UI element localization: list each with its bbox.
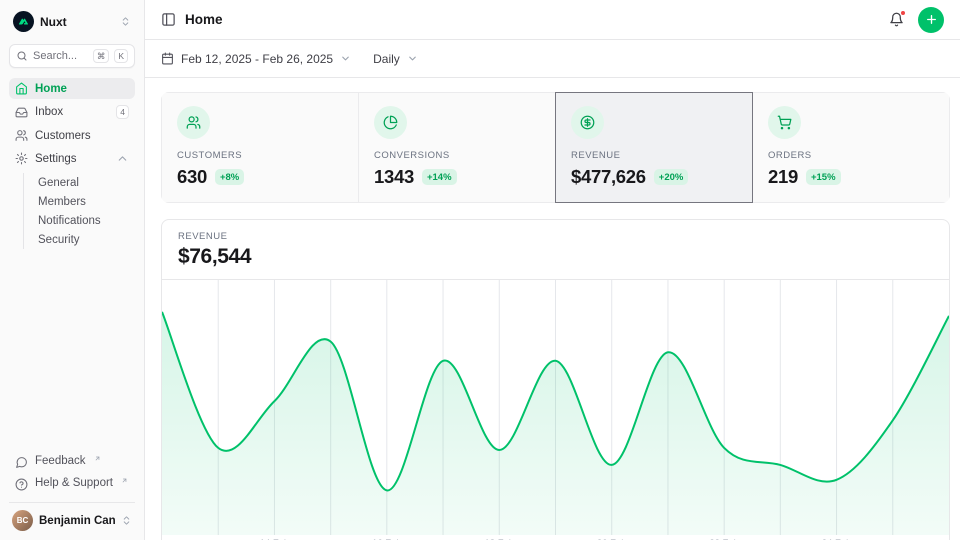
sidebar-item-inbox[interactable]: Inbox 4 xyxy=(9,101,135,123)
calendar-icon xyxy=(161,52,174,65)
gear-icon xyxy=(15,152,28,165)
notifications-button[interactable] xyxy=(889,12,904,27)
external-link-icon xyxy=(94,455,101,462)
app-root: Nuxt Search... ⌘ K Home Inbox 4 Customer… xyxy=(0,0,960,540)
stat-delta-badge: +8% xyxy=(215,169,244,185)
user-menu[interactable]: BC Benjamin Canac xyxy=(9,502,135,532)
topbar: Home xyxy=(145,0,960,40)
nuxt-logo-icon xyxy=(13,11,34,32)
search-placeholder: Search... xyxy=(33,50,88,62)
stat-card-customers[interactable]: CUSTOMERS 630 +8% xyxy=(161,92,359,203)
avatar: BC xyxy=(12,510,33,531)
stat-value: 630 xyxy=(177,166,207,188)
revenue-chart-svg xyxy=(162,280,949,535)
chart-pie-icon xyxy=(374,106,407,139)
date-range-picker[interactable]: Feb 12, 2025 - Feb 26, 2025 xyxy=(161,52,351,66)
plus-icon xyxy=(925,13,938,26)
stat-delta-badge: +15% xyxy=(806,169,841,185)
chevron-down-icon xyxy=(407,53,418,64)
chevron-down-icon xyxy=(340,53,351,64)
chart-label: REVENUE xyxy=(178,231,933,242)
stat-label: CONVERSIONS xyxy=(374,150,540,161)
sidebar-item-home[interactable]: Home xyxy=(9,78,135,99)
sidebar-spacer xyxy=(9,251,135,451)
stat-card-orders[interactable]: ORDERS 219 +15% xyxy=(752,92,950,203)
notification-dot xyxy=(900,10,906,16)
chart-plot-area xyxy=(162,280,949,535)
sidebar-subitem-general[interactable]: General xyxy=(32,173,135,192)
stat-card-revenue[interactable]: REVENUE $477,626 +20% xyxy=(555,92,753,203)
search-icon xyxy=(16,50,28,62)
stat-value: 1343 xyxy=(374,166,414,188)
sidebar-subitem-notifications[interactable]: Notifications xyxy=(32,211,135,230)
inbox-icon xyxy=(15,106,28,119)
message-bubble-icon xyxy=(15,456,28,469)
page-title: Home xyxy=(185,12,223,27)
inbox-count-badge: 4 xyxy=(116,105,129,119)
stat-delta-badge: +14% xyxy=(422,169,457,185)
date-range-value: Feb 12, 2025 - Feb 26, 2025 xyxy=(181,52,333,66)
circle-dollar-icon xyxy=(571,106,604,139)
chevron-up-icon xyxy=(116,152,129,165)
sidebar-item-label: Home xyxy=(35,83,129,95)
granularity-value: Daily xyxy=(373,52,400,66)
filters-toolbar: Feb 12, 2025 - Feb 26, 2025 Daily xyxy=(145,40,960,78)
granularity-select[interactable]: Daily xyxy=(373,52,418,66)
stat-value: 219 xyxy=(768,166,798,188)
sidebar: Nuxt Search... ⌘ K Home Inbox 4 Customer… xyxy=(0,0,145,540)
dashboard-content: CUSTOMERS 630 +8% CONVERSIONS 1343 +14% xyxy=(145,78,960,540)
sidebar-subitem-security[interactable]: Security xyxy=(32,230,135,249)
help-support-link[interactable]: Help & Support xyxy=(9,473,135,495)
stat-label: REVENUE xyxy=(571,150,737,161)
external-link-icon xyxy=(121,477,128,484)
users-icon xyxy=(177,106,210,139)
stats-row: CUSTOMERS 630 +8% CONVERSIONS 1343 +14% xyxy=(161,92,950,203)
sidebar-nav: Home Inbox 4 Customers Settings General … xyxy=(9,78,135,251)
stat-card-conversions[interactable]: CONVERSIONS 1343 +14% xyxy=(358,92,556,203)
add-button[interactable] xyxy=(918,7,944,33)
users-icon xyxy=(15,129,28,142)
sidebar-item-label: Inbox xyxy=(35,106,109,118)
x-axis-labels: 14 Feb16 Feb18 Feb20 Feb22 Feb24 Feb xyxy=(162,535,949,540)
user-name: Benjamin Canac xyxy=(39,515,115,527)
settings-subnav: General Members Notifications Security xyxy=(23,173,135,249)
main-area: Home Feb 12, 2025 - Feb 26, 2025 Daily xyxy=(145,0,960,540)
home-icon xyxy=(15,82,28,95)
stat-label: ORDERS xyxy=(768,150,934,161)
sidebar-item-customers[interactable]: Customers xyxy=(9,125,135,146)
sidebar-subitem-members[interactable]: Members xyxy=(32,192,135,211)
stat-label: CUSTOMERS xyxy=(177,150,343,161)
chevron-up-down-icon xyxy=(120,16,131,27)
feedback-label: Feedback xyxy=(35,455,86,467)
collapse-sidebar-icon[interactable] xyxy=(161,12,176,27)
help-circle-icon xyxy=(15,478,28,491)
kbd-key: K xyxy=(114,49,128,63)
chart-total-value: $76,544 xyxy=(178,245,933,269)
search-input[interactable]: Search... ⌘ K xyxy=(9,44,135,68)
shopping-cart-icon xyxy=(768,106,801,139)
revenue-chart-card: REVENUE $76,544 14 Feb16 Feb18 Feb20 Feb… xyxy=(161,219,950,540)
feedback-link[interactable]: Feedback xyxy=(9,451,135,473)
sidebar-item-label: Settings xyxy=(35,153,109,165)
stat-delta-badge: +20% xyxy=(654,169,689,185)
sidebar-item-settings[interactable]: Settings xyxy=(9,148,135,169)
kbd-meta: ⌘ xyxy=(93,49,110,63)
chart-header: REVENUE $76,544 xyxy=(162,220,949,280)
sidebar-item-label: Customers xyxy=(35,130,129,142)
help-support-label: Help & Support xyxy=(35,477,113,489)
team-switcher[interactable]: Nuxt xyxy=(9,8,135,35)
team-name: Nuxt xyxy=(40,15,114,29)
chevron-up-down-icon xyxy=(121,515,132,526)
stat-value: $477,626 xyxy=(571,166,646,188)
